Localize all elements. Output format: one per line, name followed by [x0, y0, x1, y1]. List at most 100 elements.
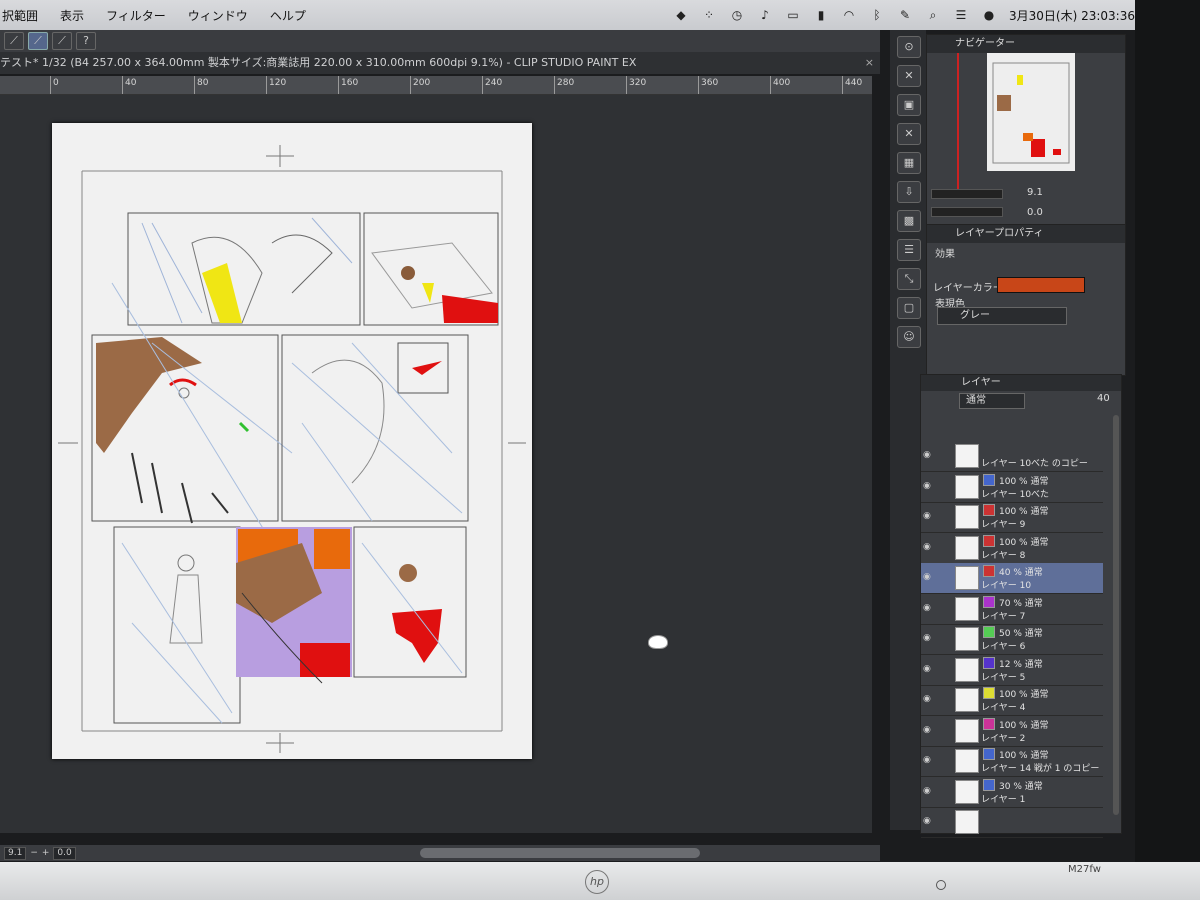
navigator-tab[interactable]: ナビゲーター — [927, 35, 1125, 53]
canvas-area[interactable] — [0, 95, 872, 833]
eye-icon[interactable]: ◉ — [923, 633, 935, 643]
grid-icon[interactable]: ▩ — [897, 210, 921, 232]
navigator-panel: ナビゲーター 9.1 0.0 — [926, 34, 1126, 226]
wifi-icon[interactable]: ◠ — [841, 8, 857, 22]
layer-row[interactable]: ◉ 50 % 通常 レイヤー 6 — [921, 624, 1103, 655]
grid-icon[interactable]: ⁘ — [701, 8, 717, 22]
layer-row[interactable]: ◉ 100 % 通常 レイヤー 4 — [921, 685, 1103, 716]
layer-row[interactable]: ◉ 40 % 通常 レイヤー 10 — [921, 563, 1103, 594]
zoom-out-icon[interactable]: − — [30, 848, 38, 858]
layer-name: レイヤー 10べた — [981, 489, 1050, 500]
layer-thumbnail — [955, 718, 979, 743]
layer-row[interactable]: ◉ — [921, 807, 1103, 838]
zoom-icon[interactable]: ⊙ — [897, 36, 921, 58]
layer-properties-tab[interactable]: レイヤープロパティ — [927, 225, 1125, 243]
close-icon[interactable]: × — [865, 52, 874, 74]
ruler-tick — [50, 76, 51, 94]
clock[interactable]: 3月30日(木) 23:03:36 — [1009, 7, 1135, 24]
ruler-tick — [338, 76, 339, 94]
layer-row[interactable]: ◉ レイヤー 10べた のコピー — [921, 441, 1103, 472]
layer-opacity[interactable]: 40 — [1097, 393, 1110, 404]
expression-color-select[interactable]: グレー — [937, 307, 1067, 325]
ruler-label: 0 — [53, 78, 59, 88]
layer-row[interactable]: ◉ 12 % 通常 レイヤー 5 — [921, 655, 1103, 686]
eye-icon[interactable]: ◉ — [923, 664, 935, 674]
blend-mode-select[interactable]: 通常 — [959, 393, 1025, 409]
eye-icon[interactable]: ◉ — [923, 786, 935, 796]
ruler-tick — [410, 76, 411, 94]
brush-tool-icon[interactable]: ⟋ — [28, 32, 48, 50]
layer-color-swatch[interactable] — [997, 277, 1085, 293]
zoom-slider[interactable] — [931, 189, 1003, 199]
layer-row[interactable]: ◉ 100 % 通常 レイヤー 9 — [921, 502, 1103, 533]
zoom-field[interactable]: 9.1 — [4, 846, 27, 860]
siri-icon[interactable]: ● — [981, 8, 997, 22]
eye-icon[interactable]: ◉ — [923, 816, 935, 826]
eye-icon[interactable]: ◉ — [923, 511, 935, 521]
manga-page[interactable] — [52, 123, 532, 759]
navigator-marker — [957, 53, 959, 189]
eye-icon[interactable]: ◉ — [923, 481, 935, 491]
layer-icon[interactable]: ▦ — [897, 152, 921, 174]
zoom-in-icon[interactable]: + — [42, 848, 50, 858]
layer-mode: 100 % 通常 — [999, 537, 1049, 548]
menu-filter[interactable]: フィルター — [106, 7, 166, 24]
time-machine-icon[interactable]: ◷ — [729, 8, 745, 22]
help-icon[interactable]: ? — [76, 32, 96, 50]
layer-row[interactable]: ◉ 70 % 通常 レイヤー 7 — [921, 594, 1103, 625]
pencil-tool-icon[interactable]: ⟋ — [52, 32, 72, 50]
menu-select-range[interactable]: 択範囲 — [2, 7, 38, 24]
eye-icon[interactable]: ◉ — [923, 755, 935, 765]
layer-name: レイヤー 5 — [981, 672, 1026, 683]
eye-icon[interactable]: ◉ — [923, 572, 935, 582]
layer-row[interactable]: ◉ 100 % 通常 レイヤー 2 — [921, 716, 1103, 747]
music-icon[interactable]: ♪ — [757, 8, 773, 22]
ruler-tick — [698, 76, 699, 94]
pen-icon[interactable]: ✎ — [897, 8, 913, 22]
power-button-icon[interactable] — [936, 880, 946, 890]
horizontal-scrollbar[interactable] — [420, 848, 700, 858]
close-icon[interactable]: ✕ — [897, 65, 921, 87]
display-icon[interactable]: ▭ — [785, 8, 801, 22]
layer-row[interactable]: ◉ 100 % 通常 レイヤー 14 戦が 1 のコピー — [921, 746, 1103, 777]
bluetooth-icon[interactable]: ᛒ — [869, 8, 885, 22]
eye-icon[interactable]: ◉ — [923, 725, 935, 735]
menu-view[interactable]: 表示 — [60, 7, 84, 24]
eye-icon[interactable]: ◉ — [923, 603, 935, 613]
eye-icon[interactable]: ◉ — [923, 450, 935, 460]
ruler-label: 280 — [557, 78, 575, 88]
layer-row[interactable]: ◉ 100 % 通常 レイヤー 8 — [921, 533, 1103, 564]
layer-type-icon — [983, 504, 995, 516]
layer-type-icon — [983, 656, 995, 669]
rotation-field[interactable]: 0.0 — [53, 846, 76, 860]
navigator-rotation: 0.0 — [1027, 207, 1043, 218]
transform-icon[interactable]: ⤡ — [897, 268, 921, 290]
rotation-slider[interactable] — [931, 207, 1003, 217]
layer-tab[interactable]: レイヤー — [921, 375, 1121, 391]
stack-icon[interactable]: ☰ — [897, 239, 921, 261]
export-icon[interactable]: ⇩ — [897, 181, 921, 203]
layer-row[interactable]: ◉ 100 % 通常 レイヤー 10べた — [921, 472, 1103, 503]
eye-icon[interactable]: ◉ — [923, 542, 935, 552]
close-icon[interactable]: ✕ — [897, 123, 921, 145]
people-icon[interactable]: ☺ — [897, 326, 921, 348]
layer-thumbnail — [955, 444, 979, 468]
menu-help[interactable]: ヘルプ — [270, 7, 306, 24]
layer-name: レイヤー 9 — [981, 520, 1026, 530]
navigator-thumbnail[interactable] — [987, 53, 1075, 171]
layer-row[interactable]: ◉ 30 % 通常 レイヤー 1 — [921, 777, 1103, 808]
layer-type-icon — [983, 626, 995, 638]
menu-window[interactable]: ウィンドウ — [188, 7, 248, 24]
eye-icon[interactable]: ◉ — [923, 694, 935, 704]
frame-icon[interactable]: ▢ — [897, 297, 921, 319]
layer-scrollbar[interactable] — [1113, 415, 1119, 815]
layer-thumbnail — [955, 810, 979, 834]
save-icon[interactable]: ▣ — [897, 94, 921, 116]
search-icon[interactable]: ⌕ — [925, 8, 941, 22]
control-icon[interactable]: ☰ — [953, 8, 969, 22]
pen-tool-icon[interactable]: ⟋ — [4, 32, 24, 50]
battery-icon[interactable]: ▮ — [813, 8, 829, 22]
dropbox-icon[interactable]: ◆ — [673, 8, 689, 22]
background-surface — [1135, 0, 1200, 862]
ruler-label: 240 — [485, 78, 503, 88]
